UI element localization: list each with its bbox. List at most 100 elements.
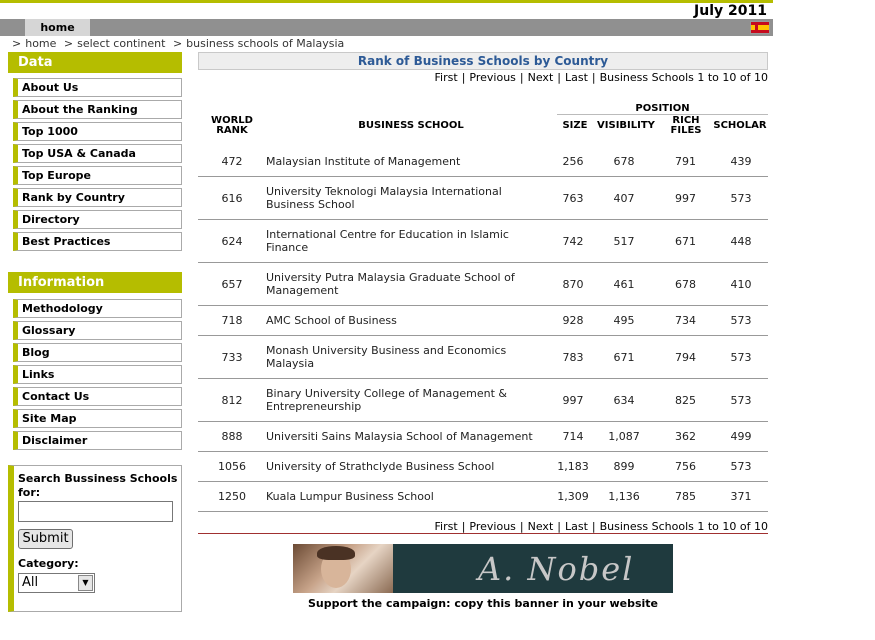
- home-tab[interactable]: home: [25, 19, 90, 36]
- pager-last[interactable]: Last: [565, 520, 588, 533]
- cell-size: 256: [562, 154, 584, 168]
- pager-first[interactable]: First: [435, 71, 458, 84]
- header-world-rank: WORLD RANK: [211, 115, 253, 136]
- information-section-heading: Information: [8, 272, 182, 293]
- table-row: 888 Universiti Sains Malaysia School of …: [198, 422, 768, 452]
- table-row: 812 Binary University College of Managem…: [198, 379, 768, 422]
- pager-last[interactable]: Last: [565, 71, 588, 84]
- cell-scholar: 371: [730, 490, 752, 503]
- search-panel: Search Bussiness Schools for: Submit Cat…: [8, 465, 182, 612]
- cell-school-name[interactable]: University Teknologi Malaysia Internatio…: [266, 177, 548, 219]
- submit-button[interactable]: Submit: [18, 529, 73, 549]
- breadcrumb-select-continent[interactable]: select continent: [77, 37, 165, 50]
- cell-school-name[interactable]: Malaysian Institute of Management: [266, 146, 548, 176]
- table-row: 733 Monash University Business and Econo…: [198, 336, 768, 379]
- cell-size: 870: [562, 277, 584, 291]
- cell-world-rank: 718: [221, 314, 243, 327]
- cell-scholar: 573: [730, 460, 752, 473]
- data-section-heading: Data: [8, 52, 182, 73]
- header-business-school: BUSINESS SCHOOL: [358, 120, 464, 131]
- cell-school-name[interactable]: University Putra Malaysia Graduate Schoo…: [266, 263, 548, 305]
- cell-rich-files: 671: [675, 234, 696, 248]
- table-row: 1250 Kuala Lumpur Business School 1,309 …: [198, 482, 768, 512]
- cell-world-rank: 616: [221, 191, 243, 205]
- cell-size: 997: [562, 393, 584, 407]
- cell-size: 783: [562, 350, 584, 364]
- breadcrumb-home[interactable]: home: [25, 37, 56, 50]
- category-select[interactable]: All ▼: [18, 573, 95, 593]
- pager-previous[interactable]: Previous: [469, 71, 516, 84]
- cell-world-rank: 812: [221, 393, 243, 407]
- pager-summary: Business Schools 1 to 10 of 10: [599, 520, 768, 533]
- nav-methodology[interactable]: Methodology: [13, 299, 182, 318]
- pager-bottom: First | Previous | Next | Last | Business School…: [434, 520, 768, 533]
- table-bottom-divider: [198, 533, 768, 534]
- cell-size: 742: [562, 234, 584, 248]
- nav-rank-by-country[interactable]: Rank by Country: [13, 188, 182, 207]
- cell-visibility: 407: [613, 191, 635, 205]
- cell-rich-files: 825: [675, 393, 696, 407]
- cell-rich-files: 791: [675, 154, 696, 168]
- cell-size: 928: [562, 314, 584, 327]
- signature-text: A. Nobel: [478, 550, 635, 588]
- cell-scholar: 573: [730, 191, 752, 205]
- pager-first[interactable]: First: [435, 520, 458, 533]
- header-rich-files: RICH FILES: [670, 115, 702, 136]
- cell-rich-files: 734: [675, 314, 696, 327]
- nav-top-europe[interactable]: Top Europe: [13, 166, 182, 185]
- cell-rich-files: 785: [675, 490, 696, 503]
- table-title: Rank of Business Schools by Country: [198, 52, 768, 70]
- header-scholar: SCHOLAR: [713, 120, 767, 131]
- breadcrumb: > home > select continent > business school…: [12, 37, 345, 50]
- header-position: POSITION: [635, 103, 690, 114]
- banner-caption: Support the campaign: copy this banner i…: [308, 597, 658, 610]
- top-accent-bar: [0, 0, 773, 3]
- nav-links[interactable]: Links: [13, 365, 182, 384]
- cell-school-name[interactable]: Binary University College of Management …: [266, 379, 548, 421]
- pager-previous[interactable]: Previous: [469, 520, 516, 533]
- spanish-flag-icon[interactable]: [750, 21, 770, 34]
- cell-size: 1,183: [557, 460, 589, 473]
- table-row: 616 University Teknologi Malaysia Intern…: [198, 177, 768, 220]
- cell-visibility: 1,087: [608, 430, 640, 443]
- cell-visibility: 678: [613, 154, 635, 168]
- nav-about-us[interactable]: About Us: [13, 78, 182, 97]
- category-label: Category:: [18, 557, 79, 570]
- cell-visibility: 517: [613, 234, 635, 248]
- nav-best-practices[interactable]: Best Practices: [13, 232, 182, 251]
- pager-next[interactable]: Next: [528, 71, 554, 84]
- cell-scholar: 439: [730, 154, 752, 168]
- nav-top-1000[interactable]: Top 1000: [13, 122, 182, 141]
- cell-school-name[interactable]: Universiti Sains Malaysia School of Mana…: [266, 422, 548, 451]
- nav-about-the-ranking[interactable]: About the Ranking: [13, 100, 182, 119]
- cell-scholar: 410: [730, 277, 752, 291]
- cell-school-name[interactable]: Monash University Business and Economics…: [266, 336, 548, 378]
- nav-glossary[interactable]: Glossary: [13, 321, 182, 340]
- search-input[interactable]: [18, 501, 173, 522]
- dropdown-arrow-icon[interactable]: ▼: [78, 575, 93, 591]
- cell-world-rank: 624: [221, 234, 243, 248]
- cell-scholar: 573: [730, 350, 752, 364]
- nav-top-usa-canada[interactable]: Top USA & Canada: [13, 144, 182, 163]
- cell-scholar: 499: [730, 430, 752, 443]
- nav-disclaimer[interactable]: Disclaimer: [13, 431, 182, 450]
- cell-school-name[interactable]: University of Strathclyde Business Schoo…: [266, 452, 548, 481]
- nav-contact-us[interactable]: Contact Us: [13, 387, 182, 406]
- nav-site-map[interactable]: Site Map: [13, 409, 182, 428]
- cell-school-name[interactable]: AMC School of Business: [266, 306, 548, 335]
- cell-visibility: 634: [613, 393, 635, 407]
- nav-directory[interactable]: Directory: [13, 210, 182, 229]
- nobel-campaign-banner[interactable]: A. Nobel: [293, 544, 673, 593]
- cell-school-name[interactable]: Kuala Lumpur Business School: [266, 482, 548, 511]
- pager-summary: Business Schools 1 to 10 of 10: [599, 71, 768, 84]
- cell-world-rank: 657: [221, 277, 243, 291]
- cell-rich-files: 997: [675, 191, 696, 205]
- cell-scholar: 573: [730, 314, 752, 327]
- cell-scholar: 573: [730, 393, 752, 407]
- nav-blog[interactable]: Blog: [13, 343, 182, 362]
- cell-scholar: 448: [730, 234, 752, 248]
- edition-date: July 2011: [694, 3, 767, 19]
- cell-school-name[interactable]: International Centre for Education in Is…: [266, 220, 548, 262]
- pager-next[interactable]: Next: [528, 520, 554, 533]
- cell-world-rank: 733: [221, 350, 243, 364]
